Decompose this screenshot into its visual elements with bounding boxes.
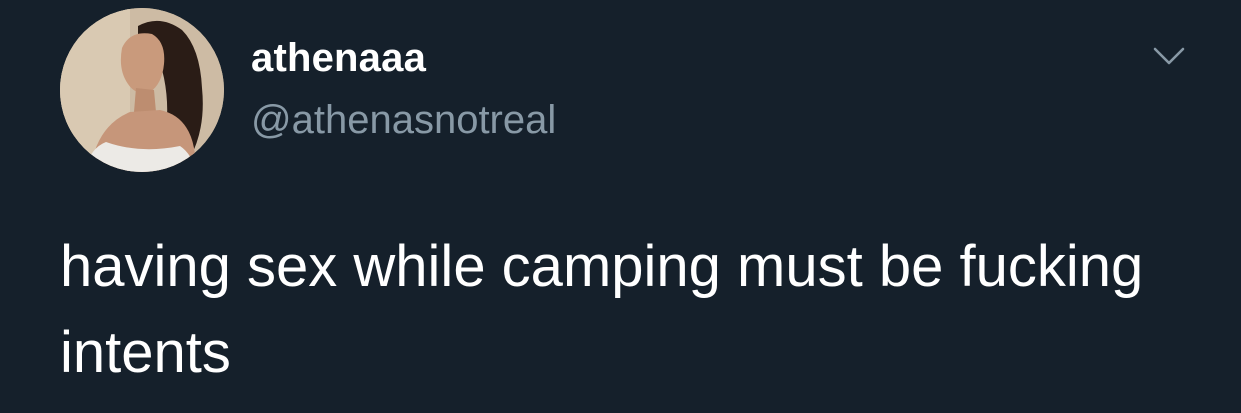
tweet-text: having sex while camping must be fucking…	[60, 234, 1144, 385]
avatar[interactable]	[60, 8, 224, 172]
avatar-photo	[60, 8, 224, 172]
chevron-down-icon[interactable]	[1144, 38, 1194, 78]
display-name[interactable]: athenaaa	[251, 36, 426, 81]
user-handle[interactable]: @athenasnotreal	[251, 98, 556, 143]
tweet-card: athenaaa @athenasnotreal having sex whil…	[0, 0, 1241, 413]
